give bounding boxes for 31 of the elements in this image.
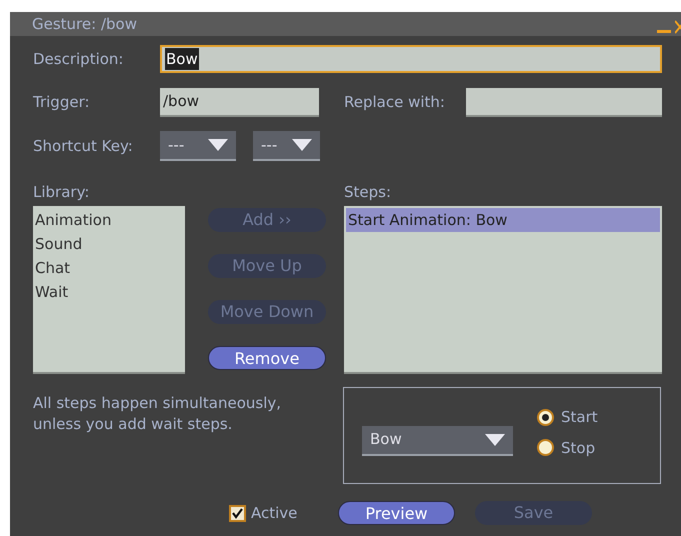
- dropdown[interactable]: ---: [160, 131, 236, 161]
- field-label: Replace with:: [344, 92, 446, 114]
- caret-icon: [208, 139, 228, 151]
- replace-field[interactable]: [466, 88, 662, 117]
- list-item[interactable]: Sound: [35, 232, 185, 256]
- section-label: Steps:: [344, 182, 392, 203]
- checkbox-label: Active: [251, 502, 298, 524]
- section-label: Library:: [33, 182, 90, 203]
- radio-button[interactable]: [537, 408, 554, 426]
- step-button[interactable]: Preview: [338, 501, 455, 525]
- checkbox[interactable]: [229, 504, 246, 522]
- window-title: Gesture: /bow: [32, 14, 137, 35]
- dropdown[interactable]: ---: [253, 131, 320, 161]
- radio-label: Start: [561, 407, 598, 428]
- radio-button[interactable]: [537, 439, 554, 456]
- list-item[interactable]: Animation: [35, 208, 185, 232]
- list-item[interactable]: Wait: [35, 280, 185, 304]
- list-item[interactable]: Chat: [35, 256, 185, 280]
- field-label: Description:: [33, 48, 124, 70]
- dropdown[interactable]: Bow: [362, 426, 513, 456]
- hint-text: All steps happen simultaneously, unless you add wait steps.: [33, 393, 282, 435]
- description-field[interactable]: Bow: [160, 45, 662, 73]
- caret-icon: [292, 139, 312, 151]
- step-button[interactable]: Remove: [208, 346, 326, 370]
- field-label: Trigger:: [33, 92, 91, 114]
- close-icon[interactable]: [675, 20, 681, 34]
- caret-icon: [485, 434, 505, 446]
- field-label: Shortcut Key:: [33, 136, 134, 157]
- trigger-field[interactable]: /bow: [160, 88, 319, 117]
- list-item[interactable]: Start Animation: Bow: [346, 208, 660, 232]
- radio-label: Stop: [561, 438, 596, 458]
